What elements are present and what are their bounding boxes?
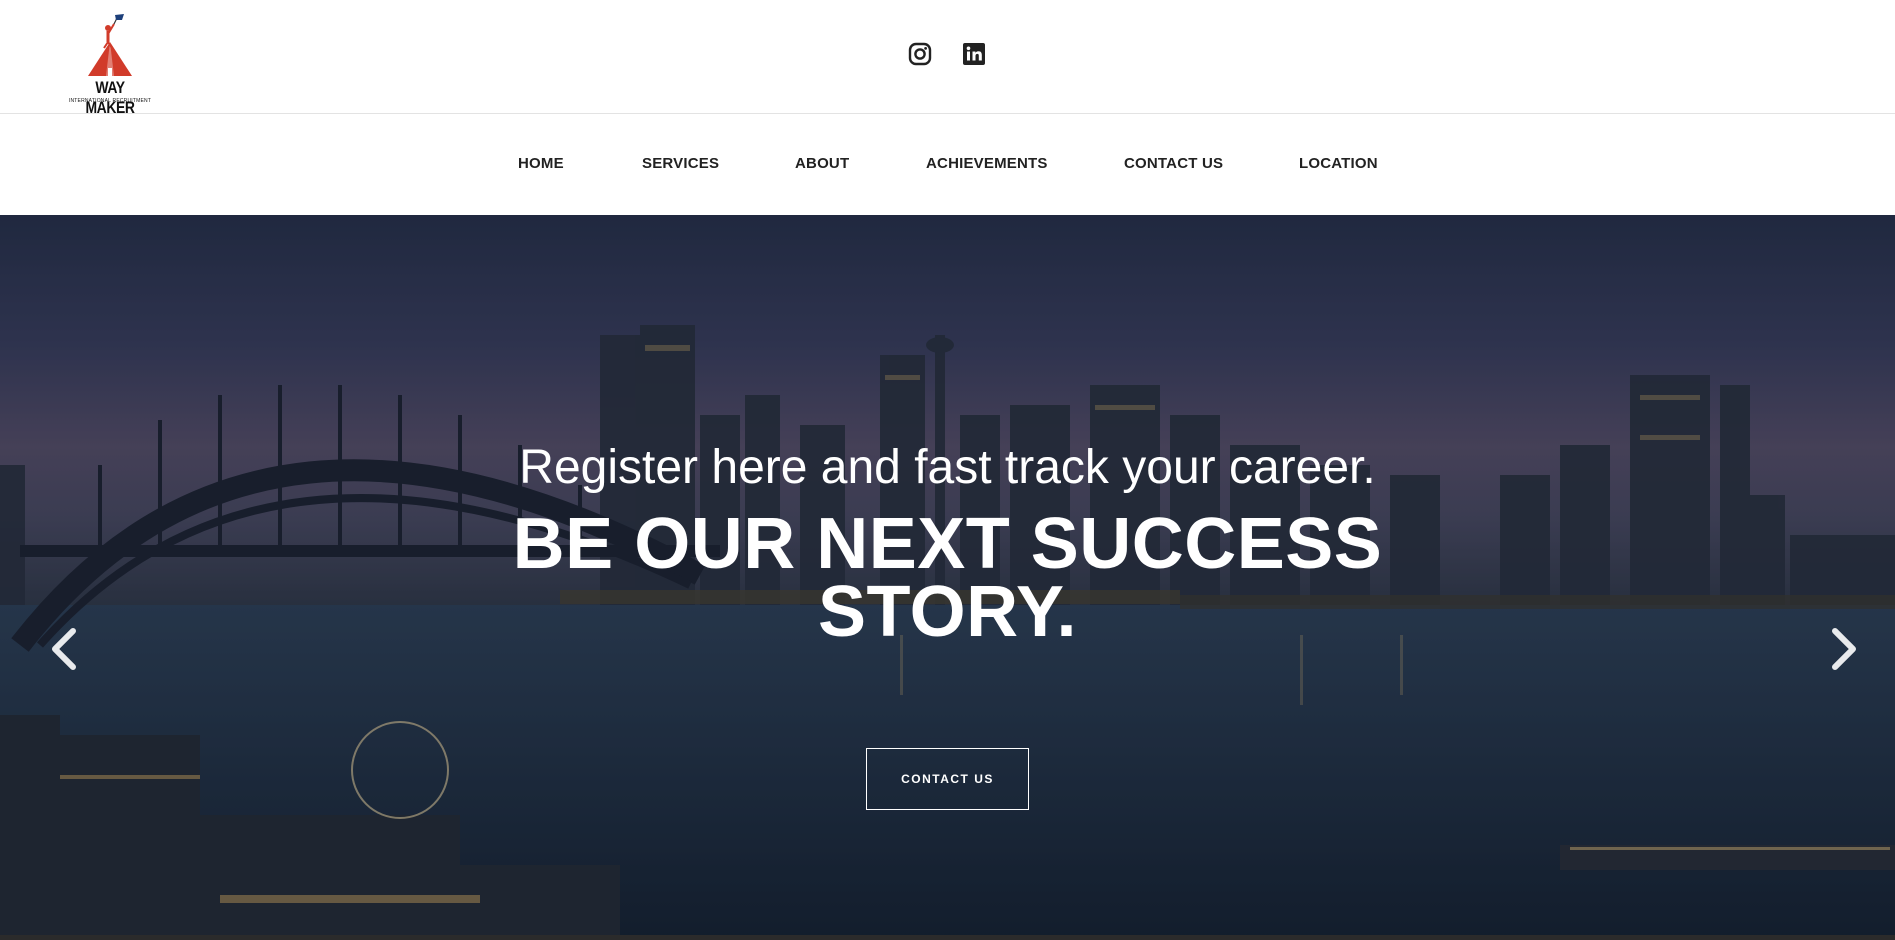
hero-subtitle: Register here and fast track your career…	[519, 441, 1376, 494]
nav-item-home[interactable]: HOME	[518, 155, 564, 172]
hero-slider: Register here and fast track your career…	[0, 215, 1895, 940]
chevron-left-icon	[52, 628, 76, 670]
slider-next-button[interactable]	[1826, 623, 1862, 675]
linkedin-icon	[963, 43, 985, 65]
nav-item-services[interactable]: SERVICES	[642, 155, 719, 172]
way-maker-logo[interactable]: WAY MAKER INTERNATIONAL RECRUITMENT	[62, 14, 158, 117]
page-bottom-edge	[0, 935, 1895, 940]
chevron-right-icon	[1832, 628, 1856, 670]
logo-tagline: INTERNATIONAL RECRUITMENT	[68, 98, 152, 104]
nav-item-location[interactable]: LOCATION	[1299, 155, 1378, 172]
instagram-icon	[908, 42, 932, 66]
nav-item-contact-us[interactable]: CONTACT US	[1124, 155, 1223, 172]
linkedin-link[interactable]	[960, 40, 988, 68]
site-header: WAY MAKER INTERNATIONAL RECRUITMENT	[0, 0, 1895, 117]
contact-us-button[interactable]: CONTACT US	[866, 748, 1029, 810]
instagram-link[interactable]	[906, 40, 934, 68]
main-navigation: HOME SERVICES ABOUT ACHIEVEMENTS CONTACT…	[0, 115, 1895, 215]
logo-mark-icon	[88, 14, 132, 76]
nav-item-achievements[interactable]: ACHIEVEMENTS	[926, 155, 1048, 172]
nav-item-about[interactable]: ABOUT	[795, 155, 849, 172]
hero-title: BE OUR NEXT SUCCESS STORY.	[512, 504, 1383, 652]
slider-prev-button[interactable]	[46, 623, 82, 675]
